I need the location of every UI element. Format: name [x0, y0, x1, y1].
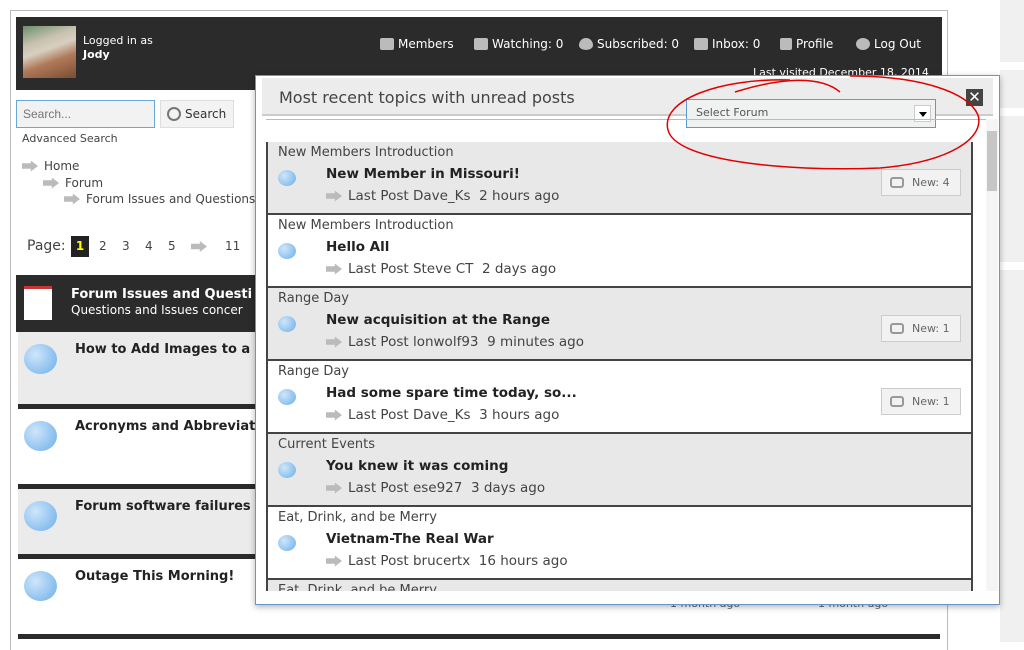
red-annotation-circle — [666, 75, 980, 170]
